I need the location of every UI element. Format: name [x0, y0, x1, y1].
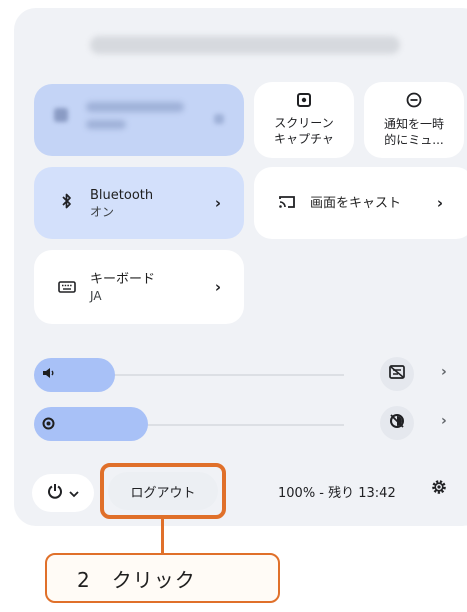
chevron-down-icon	[69, 484, 79, 502]
network-status-blurred	[86, 120, 126, 129]
power-menu-button[interactable]	[32, 474, 94, 512]
night-light-button[interactable]	[380, 406, 414, 440]
mute-label-1: 通知を一時	[383, 117, 444, 131]
network-tile[interactable]	[34, 84, 244, 156]
do-not-disturb-icon	[406, 92, 422, 112]
screen-capture-label-2: キャプチャ	[274, 132, 334, 146]
blurred-header	[90, 36, 400, 54]
click-highlight	[100, 463, 226, 519]
chevron-right-icon[interactable]: ›	[441, 413, 447, 429]
bluetooth-icon	[52, 193, 82, 213]
callout-connector	[161, 519, 164, 553]
volume-icon	[42, 366, 56, 384]
screen-capture-label-1: スクリーン	[274, 116, 334, 130]
step-callout: 2 クリック	[45, 553, 280, 603]
power-icon	[47, 483, 63, 503]
chevron-right-icon: ›	[214, 194, 222, 212]
wifi-icon	[54, 108, 68, 122]
audio-output-button[interactable]	[380, 357, 414, 391]
keyboard-icon	[52, 278, 82, 297]
chevron-right-icon	[214, 114, 224, 124]
bluetooth-status: オン	[90, 204, 115, 219]
mute-notifications-button[interactable]: 通知を一時 的にミュ...	[364, 82, 464, 158]
gear-icon	[430, 480, 448, 501]
bluetooth-tile[interactable]: Bluetooth オン ›	[34, 167, 244, 239]
chevron-right-icon[interactable]: ›	[441, 364, 447, 380]
mute-label-2: 的にミュ...	[384, 133, 444, 147]
cast-tile[interactable]: 画面をキャスト ›	[254, 167, 467, 239]
cast-title: 画面をキャスト	[310, 195, 402, 211]
battery-status[interactable]: 100% - 残り 13:42	[278, 482, 396, 501]
chevron-right-icon: ›	[436, 194, 444, 212]
settings-button[interactable]	[430, 478, 448, 501]
screen-capture-icon	[297, 93, 311, 111]
brightness-icon	[41, 416, 56, 435]
screen-capture-button[interactable]: スクリーン キャプチャ	[254, 82, 354, 158]
bluetooth-title: Bluetooth	[90, 187, 154, 203]
chevron-right-icon: ›	[214, 278, 222, 296]
network-name-blurred	[86, 102, 184, 112]
keyboard-tile[interactable]: キーボード JA ›	[34, 250, 244, 324]
cast-icon	[272, 194, 302, 213]
keyboard-title: キーボード	[90, 271, 156, 287]
keyboard-layout: JA	[90, 288, 102, 303]
audio-settings-icon	[389, 365, 405, 383]
night-light-off-icon	[389, 413, 405, 433]
